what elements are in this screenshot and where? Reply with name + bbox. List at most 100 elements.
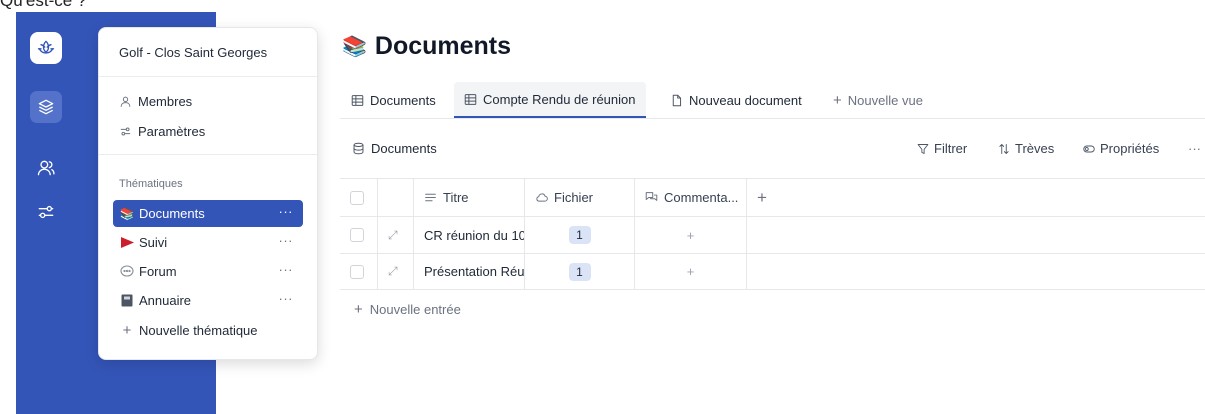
cell-fichier[interactable]: 1 (525, 217, 635, 253)
more-options-icon[interactable]: ··· (279, 291, 294, 306)
cell-commentaires[interactable]: + (635, 217, 747, 253)
filter-icon (917, 143, 929, 154)
table-icon (351, 94, 364, 106)
sort-label: Trèves (1015, 141, 1055, 156)
add-thematique-label: Nouvelle thématique (139, 323, 258, 338)
database-icon (353, 142, 364, 155)
app-logo[interactable] (30, 32, 62, 64)
sliders-icon (38, 205, 54, 219)
cloud-icon (536, 193, 548, 202)
thematique-documents[interactable]: 📚 Documents ··· (113, 200, 303, 227)
user-icon (120, 96, 131, 107)
column-header-commentaires[interactable]: Commenta... (635, 179, 747, 216)
expand-header-cell (378, 179, 414, 216)
more-options-icon[interactable]: ··· (279, 204, 294, 219)
column-label: Fichier (554, 190, 594, 205)
row-checkbox[interactable] (350, 228, 364, 242)
toolbar-divider (340, 118, 1205, 119)
properties-label: Propriétés (1100, 141, 1160, 156)
tab-label: Nouveau document (689, 92, 802, 108)
sort-icon (999, 143, 1009, 154)
thematique-label: Documents (139, 206, 205, 221)
plus-icon: + (354, 301, 363, 318)
column-header-fichier[interactable]: Fichier (525, 179, 635, 216)
row-select-cell (340, 254, 378, 289)
sliders-icon (120, 127, 131, 136)
documents-table: Titre Fichier Commenta... + ⤢ CR réunion… (340, 178, 1205, 290)
cropped-top-text: Qu'est-ce ? (0, 0, 87, 10)
plus-icon: + (122, 322, 132, 339)
table-row[interactable]: ⤢ Présentation Réu 1 + (340, 253, 1205, 290)
menu-membres[interactable]: Membres (119, 94, 192, 109)
more-options-icon[interactable]: ··· (279, 262, 294, 277)
books-icon: 📚 (119, 206, 135, 221)
menu-section-title: Thématiques (119, 178, 183, 190)
file-count-badge: 1 (568, 262, 591, 281)
more-options-icon[interactable]: ··· (279, 233, 294, 248)
tab-label: Documents (370, 92, 436, 108)
filter-button[interactable]: Filtrer (917, 141, 967, 156)
add-column-button[interactable]: + (747, 179, 807, 216)
books-icon: 📚 (342, 36, 367, 58)
add-comment-icon: + (686, 264, 695, 279)
rail-settings-button[interactable] (30, 196, 62, 228)
tab-compte-rendu[interactable]: Compte Rendu de réunion (454, 82, 646, 118)
toggle-icon (1083, 145, 1095, 152)
row-checkbox[interactable] (350, 264, 364, 279)
thematique-suivi[interactable]: Suivi ··· (113, 229, 303, 256)
speech-bubble-icon (119, 265, 135, 278)
column-header-titre[interactable]: Titre (414, 179, 525, 216)
view-tabs: Documents Compte Rendu de réunion Nouvea… (341, 82, 1205, 118)
thematique-label: Forum (139, 264, 177, 279)
file-count-badge: 1 (568, 226, 591, 244)
cell-titre[interactable]: Présentation Réu (414, 254, 525, 289)
more-actions-button[interactable]: ··· (1188, 141, 1201, 156)
tab-documents[interactable]: Documents (341, 82, 446, 118)
select-all-cell (340, 179, 378, 216)
table-icon (464, 93, 477, 105)
expand-icon[interactable]: ⤢ (388, 228, 398, 243)
table-row[interactable]: ⤢ CR réunion du 10 1 + (340, 216, 1205, 253)
column-label: Titre (443, 190, 469, 205)
comments-icon (645, 192, 658, 201)
properties-button[interactable]: Propriétés (1083, 141, 1159, 156)
new-entry-label: Nouvelle entrée (369, 302, 461, 317)
menu-divider (99, 154, 317, 155)
workspace-dropdown: Golf - Clos Saint Georges Membres Paramè… (98, 27, 318, 360)
layers-icon (38, 99, 54, 115)
red-flag-icon (119, 237, 135, 248)
plus-icon: + (833, 91, 842, 109)
lotus-icon (37, 40, 55, 54)
thematique-forum[interactable]: Forum ··· (113, 258, 303, 285)
add-comment-icon: + (686, 227, 695, 243)
page-title-text: Documents (374, 32, 512, 60)
address-book-icon (119, 294, 135, 307)
workspace-name[interactable]: Golf - Clos Saint Georges (99, 28, 317, 77)
cell-titre[interactable]: CR réunion du 10 (414, 217, 525, 253)
page-title: 📚 Documents (342, 32, 511, 61)
file-icon (672, 94, 682, 106)
tab-label: Nouvelle vue (847, 92, 923, 108)
view-label-text: Documents (371, 141, 437, 156)
menu-membres-label: Membres (138, 94, 193, 109)
select-all-checkbox[interactable] (350, 190, 364, 205)
rail-layers-button[interactable] (30, 91, 62, 123)
new-entry-button[interactable]: + Nouvelle entrée (354, 301, 461, 318)
sort-button[interactable]: Trèves (998, 141, 1054, 156)
users-icon (37, 160, 55, 176)
cell-commentaires[interactable]: + (635, 254, 747, 289)
tab-label: Compte Rendu de réunion (483, 91, 636, 107)
row-expand-cell: ⤢ (378, 254, 414, 289)
add-thematique-button[interactable]: + Nouvelle thématique (113, 317, 303, 344)
row-select-cell (340, 217, 378, 253)
cell-fichier[interactable]: 1 (525, 254, 635, 289)
menu-parametres[interactable]: Paramètres (119, 124, 205, 139)
tab-nouveau-document[interactable]: Nouveau document (660, 82, 812, 118)
thematique-label: Suivi (139, 235, 168, 250)
rail-members-button[interactable] (30, 152, 62, 184)
add-view-button[interactable]: + Nouvelle vue (823, 82, 933, 118)
text-lines-icon (425, 193, 436, 202)
thematique-annuaire[interactable]: Annuaire ··· (113, 287, 303, 314)
database-view-label[interactable]: Documents (352, 141, 437, 156)
expand-icon[interactable]: ⤢ (388, 264, 398, 279)
